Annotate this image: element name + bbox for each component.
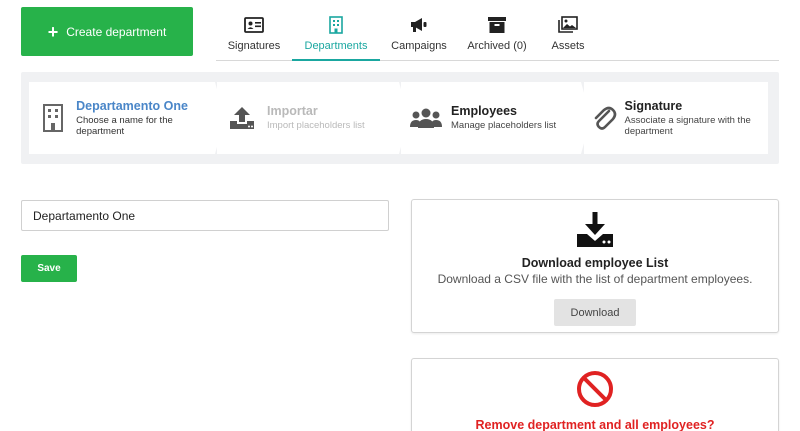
tab-bar: Signatures Departments Campaigns Archive… — [216, 7, 779, 61]
images-icon — [558, 16, 578, 33]
card-title[interactable]: Remove department and all employees? — [476, 418, 715, 431]
archive-box-icon — [488, 17, 506, 33]
tab-label: Signatures — [227, 40, 281, 52]
step-description: Associate a signature with the departmen… — [624, 114, 751, 137]
tab-departments[interactable]: Departments — [292, 7, 380, 61]
plus-icon: + — [47, 21, 59, 42]
department-name-input[interactable] — [21, 200, 389, 231]
tab-campaigns[interactable]: Campaigns — [380, 7, 458, 61]
download-employee-list-card: Download employee List Download a CSV fi… — [411, 199, 779, 333]
tab-assets[interactable]: Assets — [536, 7, 600, 61]
department-wizard: Departamento One Choose a name for the d… — [21, 72, 779, 164]
step-description: Manage placeholders list — [451, 120, 557, 131]
tab-label: Campaigns — [391, 40, 447, 52]
wizard-step-employees[interactable]: Employees Manage placeholders list — [401, 82, 581, 154]
tab-label: Archived (0) — [467, 40, 527, 52]
page: + Create department Signatures Departmen… — [0, 0, 800, 431]
step-description: Import placeholders list — [267, 120, 365, 131]
step-description: Choose a name for the department — [76, 114, 173, 137]
building-icon — [42, 104, 63, 132]
remove-department-card: Remove department and all employees? — [411, 358, 779, 431]
tab-archived[interactable]: Archived (0) — [458, 7, 536, 61]
step-title: Employees — [451, 104, 518, 118]
download-button[interactable]: Download — [554, 299, 636, 326]
tab-signatures[interactable]: Signatures — [216, 7, 292, 61]
prohibited-icon — [577, 371, 613, 407]
create-department-button[interactable]: + Create department — [21, 7, 193, 56]
download-icon — [577, 212, 613, 247]
upload-icon — [230, 107, 254, 129]
wizard-step-import: Importar Import placeholders list — [217, 82, 399, 154]
card-description: Download a CSV file with the list of dep… — [437, 272, 753, 286]
tab-label: Assets — [551, 40, 585, 52]
step-title: Signature — [624, 98, 683, 113]
create-department-label: Create department — [66, 24, 167, 39]
card-title: Download employee List — [521, 256, 669, 270]
paperclip-icon — [594, 106, 617, 130]
megaphone-icon — [411, 18, 427, 32]
building-icon — [329, 16, 343, 34]
step-title: Departamento One — [76, 98, 188, 113]
tab-label: Departments — [304, 40, 368, 52]
wizard-step-signature[interactable]: Signature Associate a signature with the… — [584, 82, 768, 154]
save-button[interactable]: Save — [21, 255, 77, 282]
id-card-icon — [244, 17, 264, 33]
users-icon — [410, 108, 442, 128]
step-title: Importar — [267, 104, 318, 118]
wizard-step-name[interactable]: Departamento One Choose a name for the d… — [29, 82, 215, 154]
